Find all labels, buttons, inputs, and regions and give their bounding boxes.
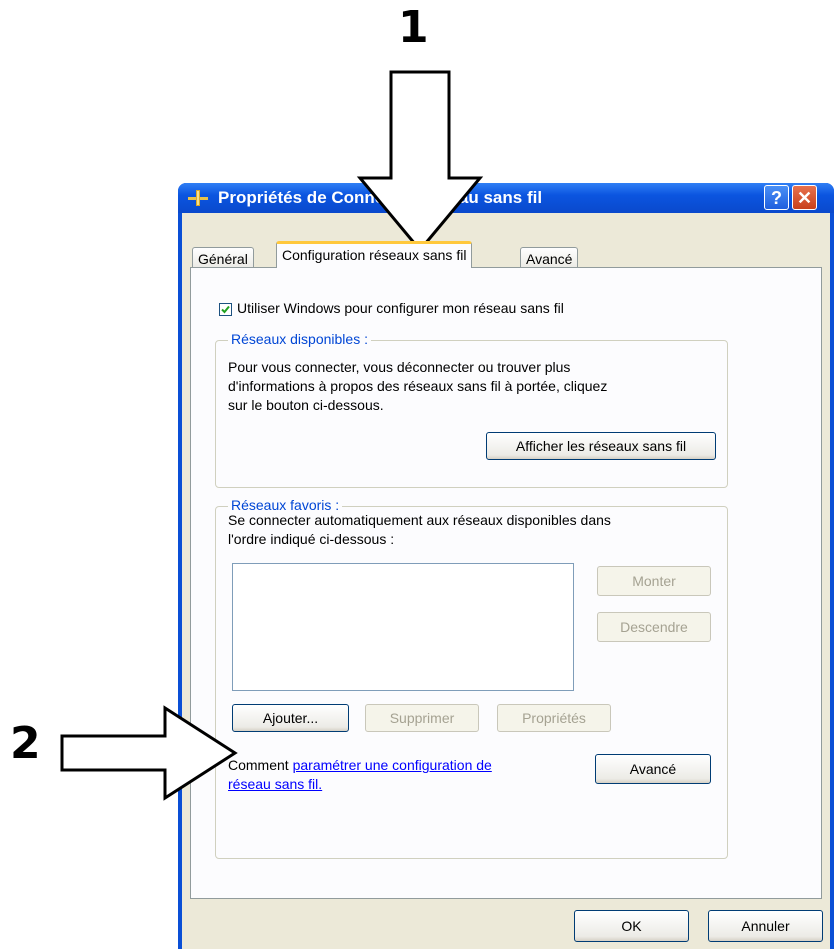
close-button[interactable]: ✕ bbox=[792, 185, 817, 210]
title-bar[interactable]: Propriétés de Connexion réseau sans fil … bbox=[178, 183, 834, 213]
use-windows-label: Utiliser Windows pour configurer mon rés… bbox=[237, 300, 564, 316]
cancel-button[interactable]: Annuler bbox=[708, 910, 823, 942]
help-text: Comment paramétrer une configuration de bbox=[228, 757, 492, 773]
help-link-line2[interactable]: réseau sans fil. bbox=[228, 776, 322, 792]
move-down-button[interactable]: Descendre bbox=[597, 612, 711, 642]
tab-advanced[interactable]: Avancé bbox=[520, 247, 579, 267]
ok-button[interactable]: OK bbox=[574, 910, 689, 942]
properties-button[interactable]: Propriétés bbox=[497, 704, 611, 732]
help-link-line1[interactable]: paramétrer une configuration de bbox=[293, 757, 492, 773]
preferred-networks-title: Réseaux favoris : bbox=[228, 497, 343, 513]
tab-wireless-config[interactable]: Configuration réseaux sans fil bbox=[276, 241, 473, 268]
network-connection-icon bbox=[188, 190, 208, 206]
available-desc-line3: sur le bouton ci-dessous. bbox=[228, 397, 384, 413]
tab-panel: Utiliser Windows pour configurer mon rés… bbox=[190, 267, 822, 899]
dialog-client-area: Général Configuration réseaux sans fil A… bbox=[182, 213, 830, 949]
annotation-label-1: 1 bbox=[398, 2, 429, 53]
checkmark-icon bbox=[221, 305, 230, 314]
use-windows-checkbox[interactable] bbox=[219, 303, 232, 316]
show-networks-button[interactable]: Afficher les réseaux sans fil bbox=[486, 432, 716, 460]
preferred-desc-line2: l'ordre indiqué ci-dessous : bbox=[228, 531, 395, 547]
advanced-button[interactable]: Avancé bbox=[595, 754, 711, 784]
available-networks-title: Réseaux disponibles : bbox=[228, 331, 371, 347]
annotation-label-2: 2 bbox=[10, 718, 41, 769]
annotation-arrow-down-icon bbox=[356, 70, 484, 253]
tab-general[interactable]: Général bbox=[192, 247, 254, 267]
available-desc-line2: d'informations à propos des réseaux sans… bbox=[228, 378, 608, 394]
remove-button[interactable]: Supprimer bbox=[365, 704, 479, 732]
move-up-button[interactable]: Monter bbox=[597, 566, 711, 596]
preferred-desc-line1: Se connecter automatiquement aux réseaux… bbox=[228, 512, 611, 528]
add-button[interactable]: Ajouter... bbox=[232, 704, 349, 732]
help-button[interactable]: ? bbox=[764, 185, 789, 210]
available-desc-line1: Pour vous connecter, vous déconnecter ou… bbox=[228, 359, 571, 375]
annotation-arrow-right-icon bbox=[60, 705, 238, 801]
preferred-networks-list[interactable] bbox=[232, 563, 574, 691]
properties-dialog: Propriétés de Connexion réseau sans fil … bbox=[178, 183, 834, 949]
